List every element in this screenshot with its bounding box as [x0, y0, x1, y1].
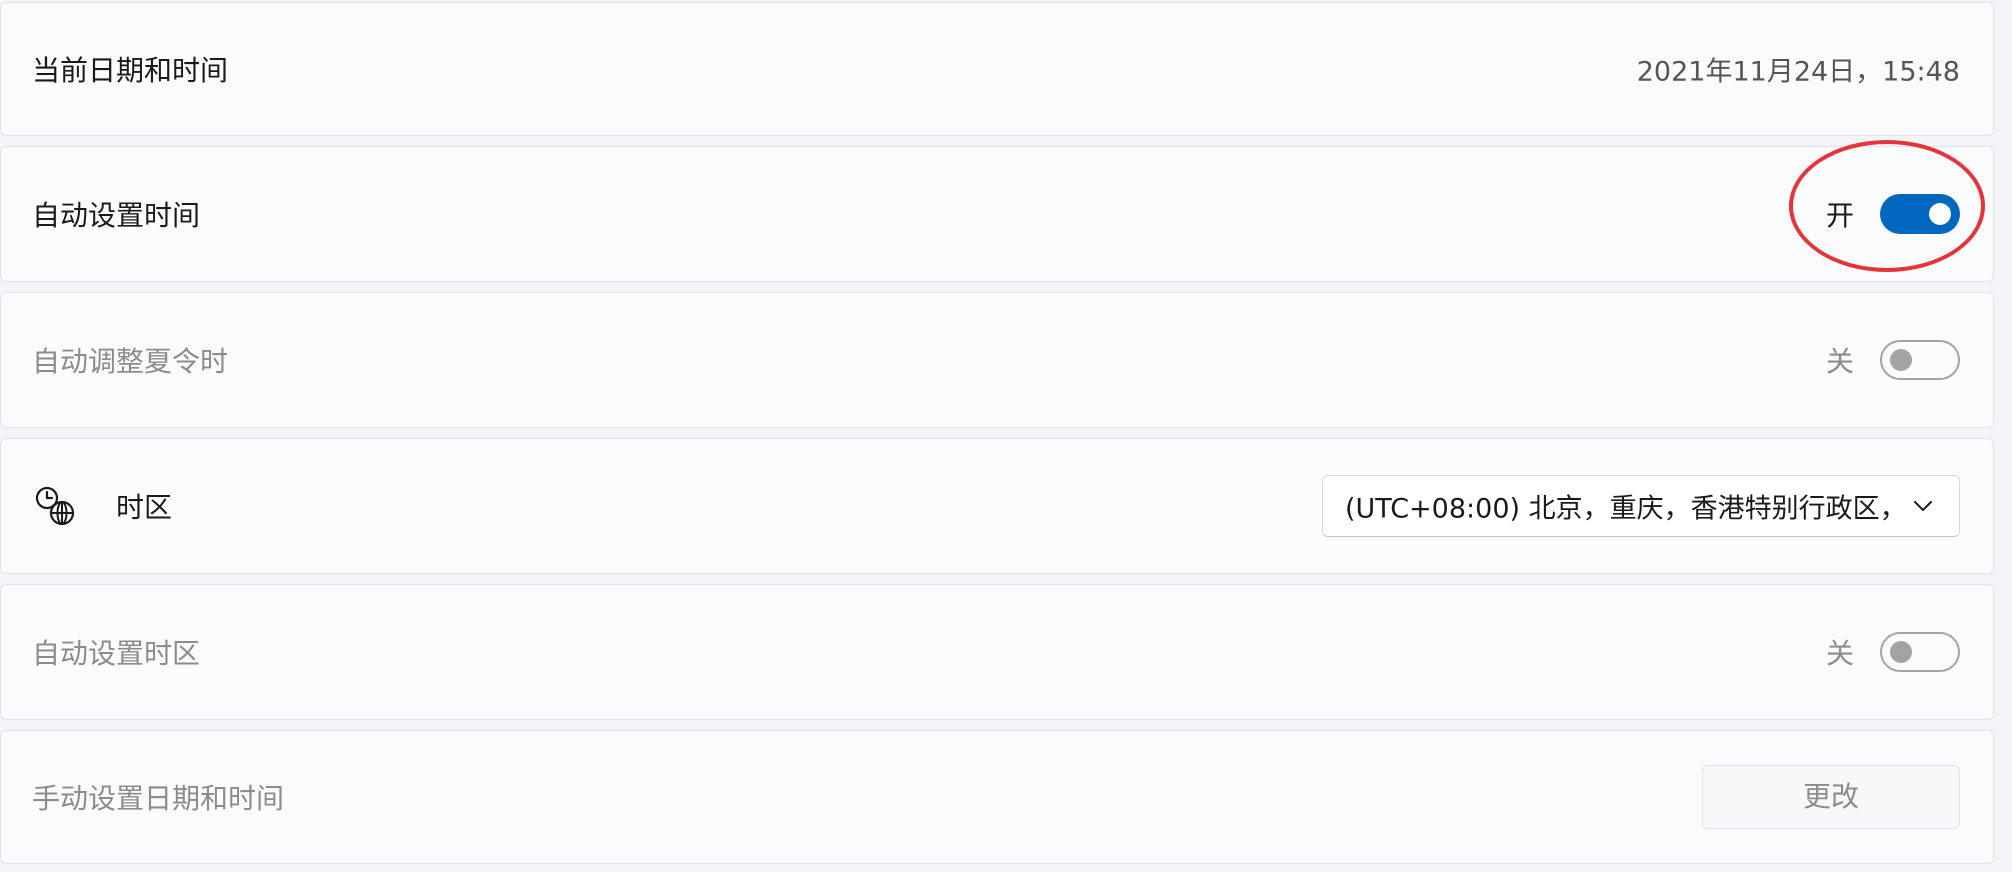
change-button[interactable]: 更改 — [1702, 765, 1960, 829]
time-zone-label: 时区 — [116, 491, 173, 524]
auto-set-time-state: 开 — [1825, 199, 1854, 232]
auto-set-timezone-toggle-group: 关 — [1826, 632, 1960, 672]
toggle-knob — [1929, 203, 1951, 225]
toggle-knob — [1890, 641, 1912, 663]
auto-set-timezone-row: 自动设置时区 关 — [0, 584, 1994, 720]
current-datetime-row: 当前日期和时间 2021年11月24日，15:48 — [0, 2, 1994, 136]
clock-globe-icon — [35, 486, 75, 526]
auto-dst-toggle-group: 关 — [1826, 340, 1960, 380]
auto-set-time-row: 自动设置时间 开 — [0, 146, 1994, 282]
time-zone-selected-value: (UTC+08:00) 北京，重庆，香港特别行政区， — [1345, 493, 1907, 525]
auto-dst-toggle[interactable] — [1880, 340, 1960, 380]
auto-dst-row: 自动调整夏令时 关 — [0, 292, 1994, 428]
time-zone-row: 时区 (UTC+08:00) 北京，重庆，香港特别行政区， — [0, 438, 1994, 574]
auto-dst-label: 自动调整夏令时 — [32, 345, 229, 378]
chevron-down-icon — [1914, 501, 1932, 511]
date-time-settings: 当前日期和时间 2021年11月24日，15:48 自动设置时间 开 自动调整夏… — [0, 0, 2012, 872]
auto-set-timezone-state: 关 — [1825, 637, 1854, 670]
auto-set-timezone-toggle[interactable] — [1880, 632, 1960, 672]
auto-set-time-toggle-group: 开 — [1826, 194, 1960, 234]
time-zone-dropdown[interactable]: (UTC+08:00) 北京，重庆，香港特别行政区， — [1322, 475, 1960, 537]
manual-set-row: 手动设置日期和时间 更改 — [0, 730, 1994, 864]
toggle-knob — [1890, 349, 1912, 371]
current-datetime-label: 当前日期和时间 — [32, 54, 229, 87]
auto-dst-state: 关 — [1825, 345, 1854, 378]
current-datetime-value: 2021年11月24日，15:48 — [1636, 56, 1960, 88]
auto-set-time-label: 自动设置时间 — [32, 199, 201, 232]
manual-set-label: 手动设置日期和时间 — [32, 782, 285, 815]
auto-set-time-toggle[interactable] — [1880, 194, 1960, 234]
auto-set-timezone-label: 自动设置时区 — [32, 637, 201, 670]
